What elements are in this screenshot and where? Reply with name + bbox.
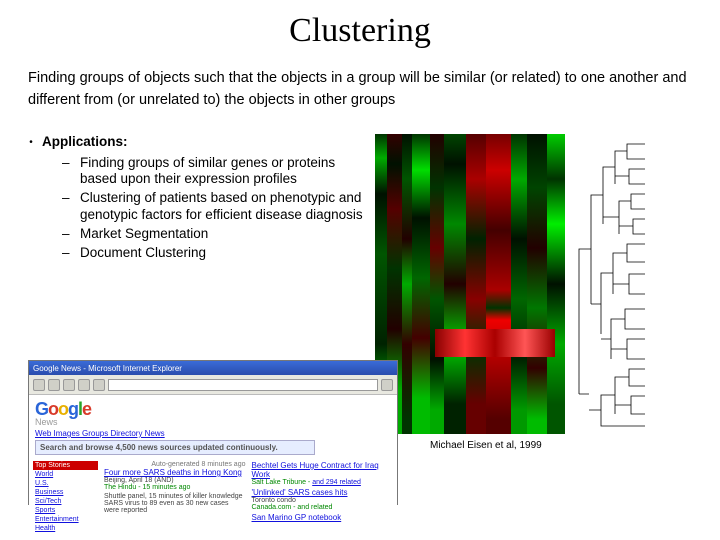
list-item: –Finding groups of similar genes or prot…	[62, 155, 375, 189]
sidebar-item: Top Stories	[33, 461, 98, 470]
news-story: San Marino GP notebook	[252, 513, 394, 522]
nav-tabs: Web Images Groups Directory News	[35, 429, 391, 438]
browser-screenshot: Google News - Microsoft Internet Explore…	[28, 360, 398, 505]
slide-title: Clustering	[0, 0, 720, 68]
stop-icon	[63, 379, 75, 391]
forward-icon	[48, 379, 60, 391]
sidebar-item: U.S.	[33, 479, 98, 488]
news-story: Shuttle panel, 15 minutes of killer know…	[104, 493, 246, 514]
home-icon	[93, 379, 105, 391]
sidebar-item: Health	[33, 524, 98, 533]
browser-titlebar: Google News - Microsoft Internet Explore…	[29, 361, 397, 375]
definition-text: Finding groups of objects such that the …	[0, 68, 720, 134]
sidebar-item: Entertainment	[33, 515, 98, 524]
sidebar-item: Sci/Tech	[33, 497, 98, 506]
address-bar	[108, 379, 378, 391]
sidebar-item: World	[33, 470, 98, 479]
auto-gen-note: Auto-generated 8 minutes ago	[104, 461, 246, 468]
news-story: Bechtel Gets Huge Contract for Iraq Work…	[252, 461, 394, 486]
news-sidebar: Top Stories World U.S. Business Sci/Tech…	[33, 461, 98, 533]
news-story: 'Unlinked' SARS cases hits Toronto condo…	[252, 488, 394, 511]
applications-list: –Finding groups of similar genes or prot…	[20, 149, 375, 262]
bullet-icon: •	[20, 134, 42, 149]
list-item: –Market Segmentation	[62, 226, 375, 243]
list-item: –Document Clustering	[62, 245, 375, 262]
browser-toolbar	[29, 375, 397, 395]
news-story: Four more SARS deaths in Hong Kong Beiji…	[104, 468, 246, 491]
refresh-icon	[78, 379, 90, 391]
applications-heading: Applications:	[42, 134, 128, 149]
list-item: –Clustering of patients based on phenoty…	[62, 190, 375, 224]
sidebar-item: Sports	[33, 506, 98, 515]
go-icon	[381, 379, 393, 391]
gene-expression-heatmap	[375, 134, 565, 434]
sidebar-item: Business	[33, 488, 98, 497]
search-strip: Search and browse 4,500 news sources upd…	[35, 440, 315, 455]
dendrogram	[567, 134, 647, 434]
back-icon	[33, 379, 45, 391]
